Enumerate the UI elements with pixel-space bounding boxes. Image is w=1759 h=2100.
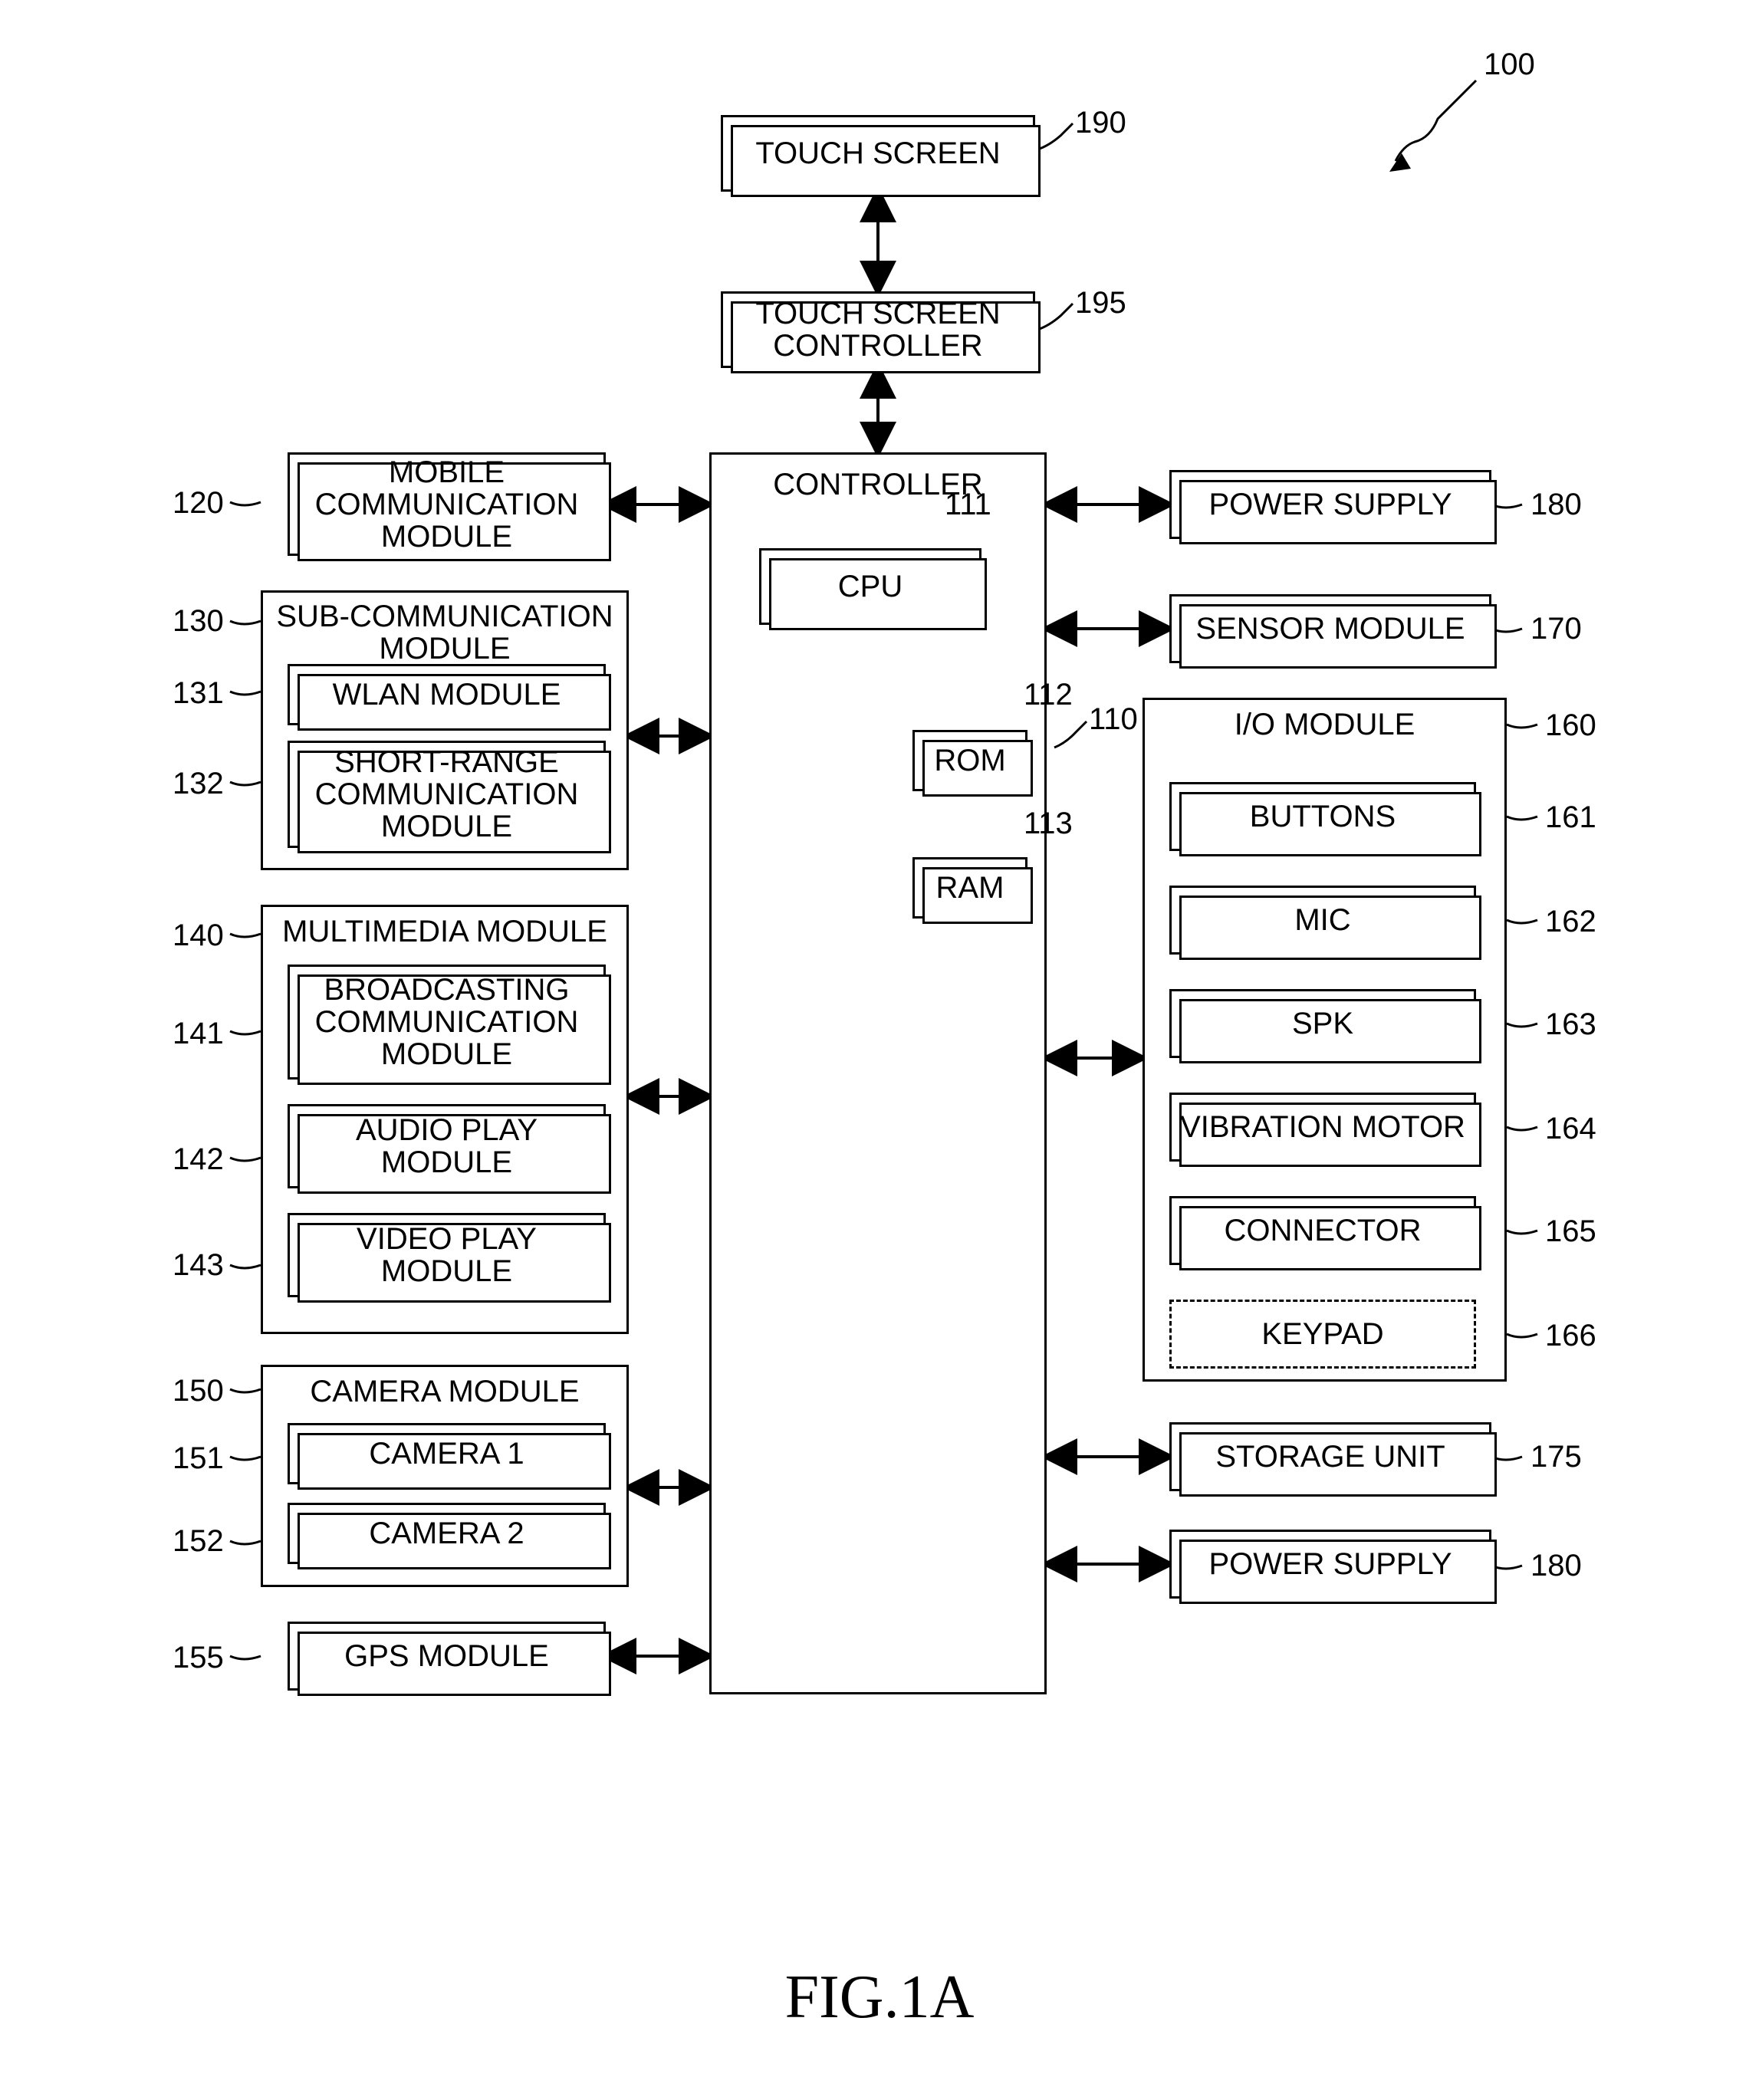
connector-box: CONNECTOR [1169, 1196, 1476, 1265]
power-supply-top-box: POWER SUPPLY [1169, 470, 1491, 539]
broadcast-ref: 141 [173, 1017, 224, 1051]
camera2-label: CAMERA 2 [369, 1517, 524, 1550]
connector-ref: 165 [1545, 1214, 1596, 1249]
short-range-ref: 132 [173, 767, 224, 801]
video-box: VIDEO PLAY MODULE [288, 1213, 606, 1297]
broadcast-label: BROADCASTING COMMUNICATION MODULE [294, 974, 599, 1070]
vibration-label: VIBRATION MOTOR [1180, 1111, 1465, 1143]
cpu-ref: 111 [945, 488, 991, 522]
sensor-label: SENSOR MODULE [1195, 613, 1465, 645]
overall-ref: 100 [1484, 48, 1535, 82]
short-range-box: SHORT-RANGE COMMUNICATION MODULE [288, 741, 606, 848]
keypad-ref: 166 [1545, 1319, 1596, 1353]
short-range-label: SHORT-RANGE COMMUNICATION MODULE [294, 746, 599, 843]
vibration-ref: 164 [1545, 1112, 1596, 1146]
storage-box: STORAGE UNIT [1169, 1422, 1491, 1491]
buttons-box: BUTTONS [1169, 782, 1476, 851]
ram-ref: 113 [1024, 807, 1073, 841]
camera-ref: 150 [173, 1374, 224, 1408]
audio-label: AUDIO PLAY MODULE [294, 1114, 599, 1178]
camera1-box: CAMERA 1 [288, 1423, 606, 1484]
gps-ref: 155 [173, 1641, 224, 1675]
wlan-label: WLAN MODULE [333, 679, 561, 711]
camera1-ref: 151 [173, 1441, 224, 1476]
cpu-box: CPU [759, 548, 981, 625]
touch-screen-ref: 190 [1075, 106, 1126, 140]
rom-box: ROM [912, 730, 1027, 791]
mic-label: MIC [1294, 904, 1350, 936]
storage-ref: 175 [1530, 1440, 1582, 1474]
spk-label: SPK [1292, 1007, 1353, 1040]
power-supply-bottom-box: POWER SUPPLY [1169, 1530, 1491, 1599]
io-ref: 160 [1545, 708, 1596, 743]
multimedia-title: MULTIMEDIA MODULE [263, 915, 626, 949]
mobile-comm-ref: 120 [173, 486, 224, 521]
camera1-label: CAMERA 1 [369, 1438, 524, 1470]
wlan-box: WLAN MODULE [288, 664, 606, 725]
video-label: VIDEO PLAY MODULE [294, 1223, 599, 1287]
broadcast-box: BROADCASTING COMMUNICATION MODULE [288, 965, 606, 1080]
buttons-label: BUTTONS [1250, 800, 1396, 833]
connector-label: CONNECTOR [1224, 1214, 1421, 1247]
multimedia-ref: 140 [173, 919, 224, 953]
camera2-ref: 152 [173, 1524, 224, 1559]
sub-comm-title: SUB-COMMUNICATION MODULE [263, 600, 626, 665]
mic-box: MIC [1169, 886, 1476, 955]
audio-box: AUDIO PLAY MODULE [288, 1104, 606, 1188]
gps-box: GPS MODULE [288, 1622, 606, 1691]
io-title: I/O MODULE [1145, 708, 1504, 742]
keypad-box: KEYPAD [1169, 1300, 1476, 1369]
wlan-ref: 131 [173, 676, 224, 711]
power-supply-bottom-label: POWER SUPPLY [1208, 1548, 1452, 1580]
controller-box: CONTROLLER [709, 452, 1047, 1694]
rom-label: ROM [934, 744, 1005, 777]
touch-screen-controller-label: TOUCH SCREEN CONTROLLER [728, 297, 1028, 362]
gps-label: GPS MODULE [344, 1640, 549, 1672]
camera2-box: CAMERA 2 [288, 1503, 606, 1564]
sensor-box: SENSOR MODULE [1169, 594, 1491, 663]
camera-title: CAMERA MODULE [263, 1375, 626, 1409]
ram-label: RAM [936, 872, 1004, 904]
power-supply-bottom-ref: 180 [1530, 1549, 1582, 1583]
cpu-label: CPU [838, 570, 903, 603]
mobile-comm-box: MOBILE COMMUNICATION MODULE [288, 452, 606, 556]
controller-ref: 110 [1089, 702, 1138, 737]
mobile-comm-label: MOBILE COMMUNICATION MODULE [294, 456, 599, 553]
keypad-label: KEYPAD [1261, 1318, 1383, 1350]
ram-box: RAM [912, 857, 1027, 919]
sub-comm-ref: 130 [173, 604, 224, 639]
figure-caption: FIG.1A [0, 1963, 1759, 2033]
touch-screen-label: TOUCH SCREEN [755, 137, 1000, 169]
storage-label: STORAGE UNIT [1215, 1441, 1445, 1473]
buttons-ref: 161 [1545, 800, 1596, 835]
mic-ref: 162 [1545, 905, 1596, 939]
power-supply-top-label: POWER SUPPLY [1208, 488, 1452, 521]
video-ref: 143 [173, 1248, 224, 1283]
sensor-ref: 170 [1530, 612, 1582, 646]
rom-ref: 112 [1024, 678, 1073, 712]
touch-screen-box: TOUCH SCREEN [721, 115, 1035, 192]
touch-screen-controller-box: TOUCH SCREEN CONTROLLER [721, 291, 1035, 368]
audio-ref: 142 [173, 1142, 224, 1177]
spk-ref: 163 [1545, 1007, 1596, 1042]
touch-screen-controller-ref: 195 [1075, 286, 1126, 320]
vibration-box: VIBRATION MOTOR [1169, 1093, 1476, 1162]
spk-box: SPK [1169, 989, 1476, 1058]
power-supply-top-ref: 180 [1530, 488, 1582, 522]
